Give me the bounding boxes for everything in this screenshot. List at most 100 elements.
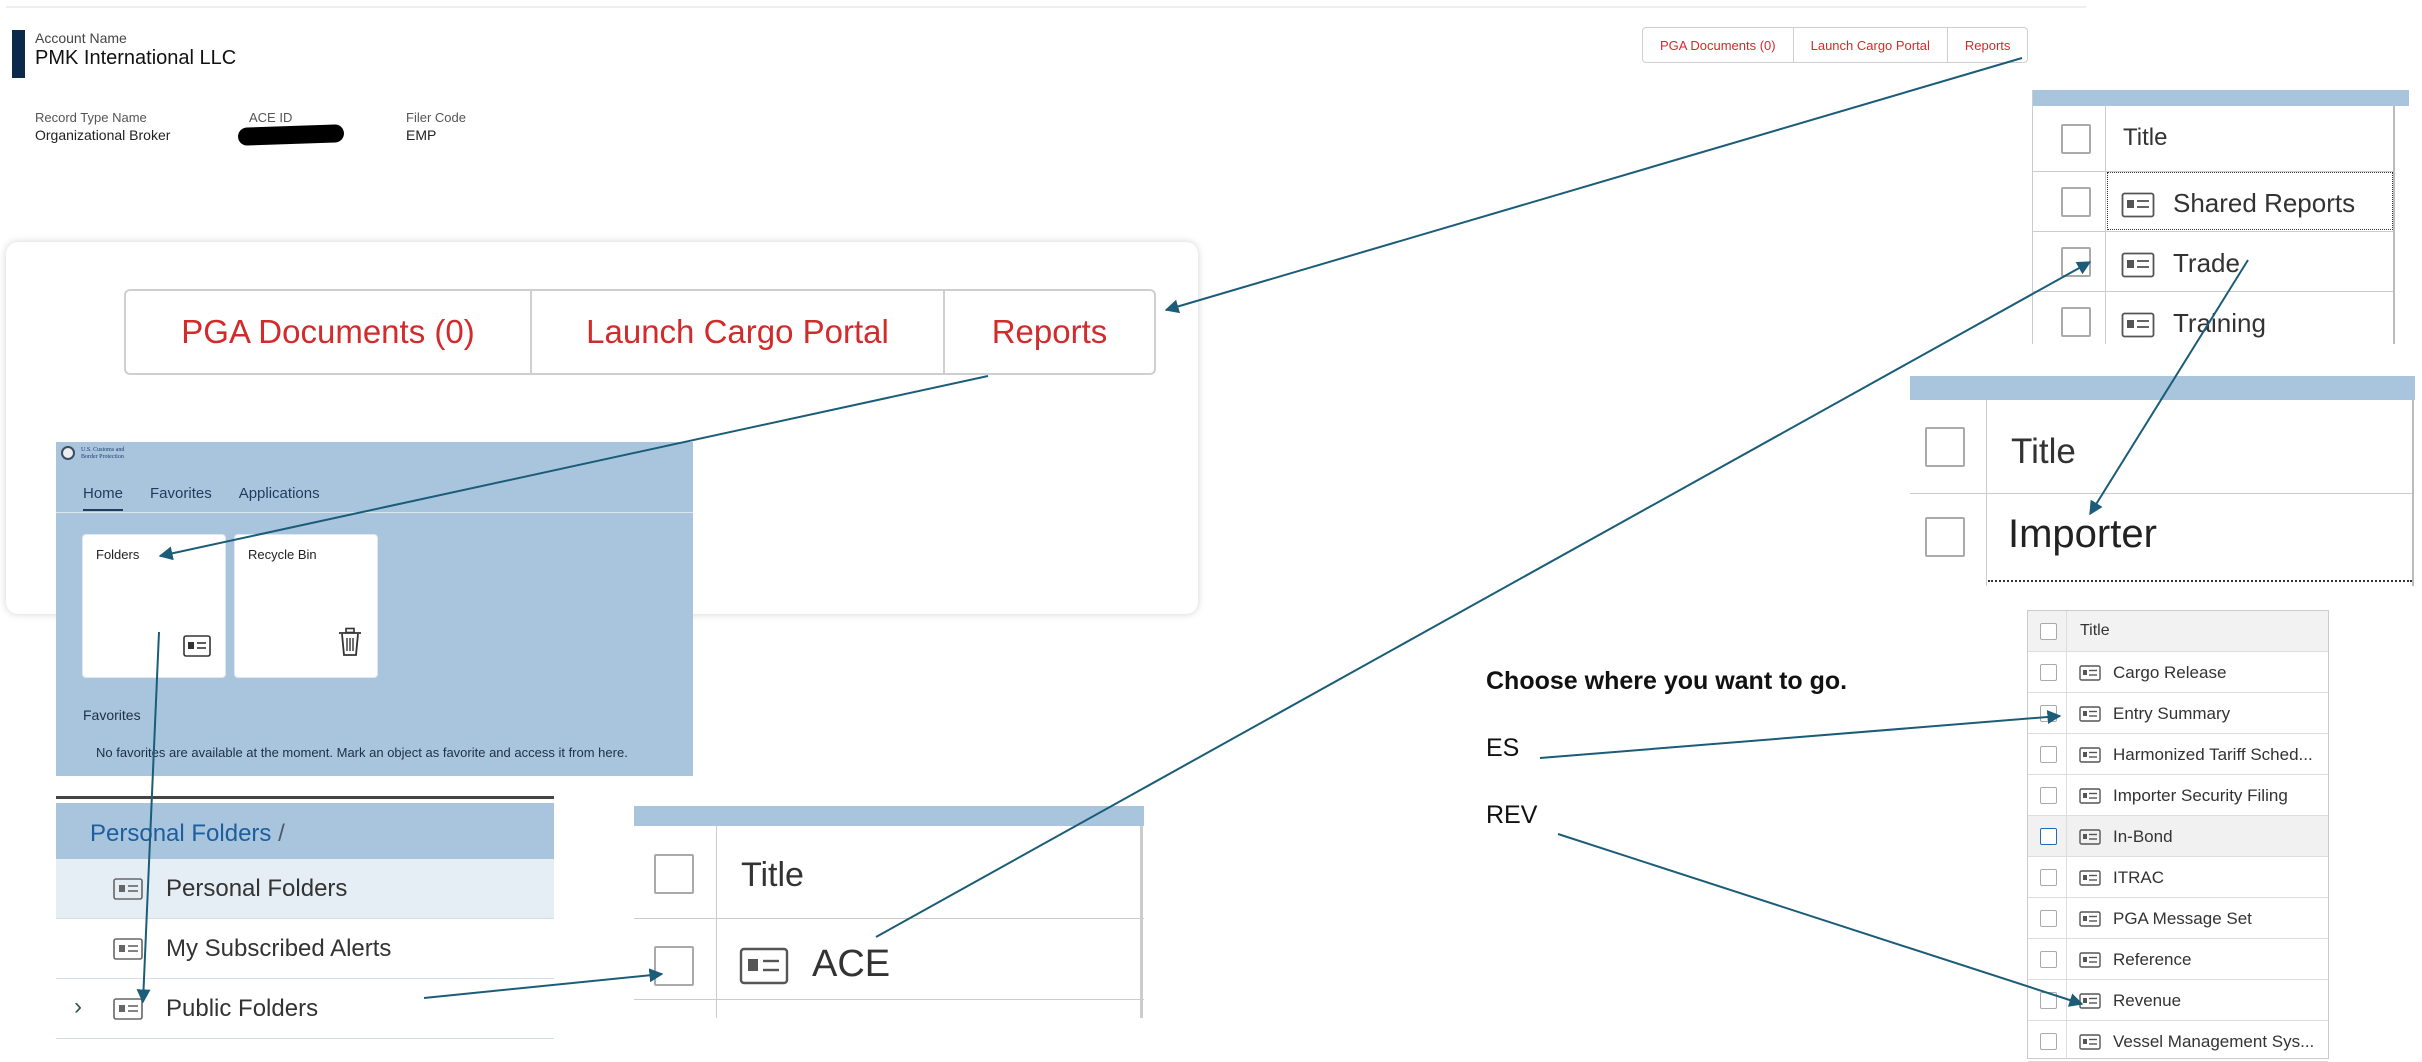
pga-documents-button[interactable]: PGA Documents (0) bbox=[1643, 28, 1794, 62]
folders-tile[interactable]: Folders bbox=[82, 534, 226, 678]
record-type-label: Record Type Name bbox=[35, 110, 147, 125]
row-checkbox[interactable] bbox=[2040, 705, 2057, 722]
row-checkbox[interactable] bbox=[2040, 869, 2057, 886]
folder-row-subscribed-alerts[interactable]: My Subscribed Alerts bbox=[56, 919, 554, 979]
select-all-checkbox[interactable] bbox=[654, 854, 694, 894]
filer-code-value: EMP bbox=[406, 127, 437, 143]
table-right-border bbox=[2393, 106, 2395, 344]
table-row[interactable]: Importer Security Filing bbox=[2028, 775, 2328, 816]
table-row[interactable]: Vessel Management Sys... bbox=[2028, 1021, 2328, 1062]
column-header-title: Title bbox=[2011, 432, 2076, 471]
table-row[interactable]: Reference bbox=[2028, 939, 2328, 980]
folder-card-icon bbox=[2079, 665, 2101, 681]
row-checkbox[interactable] bbox=[2040, 664, 2057, 681]
row-checkbox[interactable] bbox=[654, 946, 694, 986]
folder-card-icon bbox=[2079, 952, 2101, 968]
folder-label: Trade bbox=[2173, 248, 2240, 278]
row-checkbox[interactable] bbox=[2040, 746, 2057, 763]
navigation-heading: Choose where you want to go. bbox=[1486, 667, 1848, 695]
tab-divider bbox=[56, 512, 693, 513]
table-row[interactable]: Cargo Release bbox=[2028, 652, 2328, 693]
tab-favorites[interactable]: Favorites bbox=[150, 485, 212, 511]
account-name: PMK International LLC bbox=[35, 47, 237, 69]
row-focus-outline bbox=[2107, 172, 2393, 230]
row-checkbox[interactable] bbox=[2061, 247, 2091, 277]
report-folder-label: Reference bbox=[2113, 950, 2192, 969]
row-checkbox[interactable] bbox=[2040, 992, 2057, 1009]
row-checkbox[interactable] bbox=[2061, 187, 2091, 217]
folder-card-icon bbox=[2121, 252, 2155, 278]
cbp-portal-home: U.S. Customs and Border Protection Home … bbox=[56, 442, 693, 776]
tab-applications[interactable]: Applications bbox=[239, 485, 320, 511]
tab-home[interactable]: Home bbox=[83, 485, 124, 511]
folder-card-icon bbox=[739, 947, 789, 985]
folder-card-icon bbox=[2079, 747, 2101, 763]
launch-cargo-portal-button-zoomed[interactable]: Launch Cargo Portal bbox=[532, 291, 945, 373]
folder-card-icon bbox=[2121, 312, 2155, 338]
folder-label: Personal Folders bbox=[166, 875, 348, 902]
arrow-rev-to-revenue bbox=[1557, 833, 2084, 1007]
table-header-row: Title bbox=[2028, 611, 2328, 652]
launch-cargo-portal-button[interactable]: Launch Cargo Portal bbox=[1794, 28, 1948, 62]
navigation-es-label: ES bbox=[1486, 734, 1520, 762]
folder-label-ace[interactable]: ACE bbox=[812, 943, 890, 986]
select-all-checkbox[interactable] bbox=[2040, 623, 2057, 640]
report-folder-label: In-Bond bbox=[2113, 827, 2173, 846]
column-header-title: Title bbox=[2123, 124, 2168, 151]
ace-folder-table: Title ACE bbox=[634, 806, 1144, 1018]
report-folder-label: Importer Security Filing bbox=[2113, 786, 2288, 805]
select-all-checkbox[interactable] bbox=[2061, 124, 2091, 154]
report-folder-label: PGA Message Set bbox=[2113, 909, 2252, 928]
row-checkbox[interactable] bbox=[2061, 307, 2091, 337]
row-checkbox[interactable] bbox=[2040, 787, 2057, 804]
column-divider bbox=[716, 826, 717, 1018]
personal-folders-panel: Personal Folders / Personal Folders My S… bbox=[56, 796, 554, 1049]
table-top-bar bbox=[1910, 376, 2415, 400]
folder-card-icon bbox=[183, 635, 211, 657]
column-header-title: Title bbox=[2080, 622, 2110, 639]
table-row[interactable]: In-Bond bbox=[2028, 816, 2328, 857]
folder-card-icon bbox=[113, 938, 143, 960]
folders-tile-label: Folders bbox=[96, 547, 140, 562]
folder-card-icon bbox=[2079, 1034, 2101, 1050]
column-header-title: Title bbox=[741, 856, 804, 894]
row-checkbox[interactable] bbox=[2040, 1033, 2057, 1050]
table-top-bar bbox=[634, 806, 1144, 826]
select-all-checkbox[interactable] bbox=[1925, 427, 1965, 467]
column-divider bbox=[2066, 611, 2067, 1058]
table-row[interactable]: ITRAC bbox=[2028, 857, 2328, 898]
folder-row-personal-folders[interactable]: Personal Folders bbox=[56, 859, 554, 919]
recycle-bin-tile[interactable]: Recycle Bin bbox=[234, 534, 378, 678]
folder-card-icon bbox=[2079, 829, 2101, 845]
table-row[interactable]: PGA Message Set bbox=[2028, 898, 2328, 939]
table-row-training[interactable]: Training bbox=[2033, 292, 2393, 344]
trash-icon bbox=[339, 627, 361, 656]
table-row-trade[interactable]: Trade bbox=[2033, 232, 2393, 292]
folder-row-public-folders[interactable]: › Public Folders bbox=[56, 979, 554, 1039]
arrow-es-to-entry-summary bbox=[1539, 710, 2062, 759]
folder-label: Public Folders bbox=[166, 995, 319, 1022]
row-checkbox[interactable] bbox=[2040, 951, 2057, 968]
row-checkbox[interactable] bbox=[1925, 517, 1965, 557]
chevron-right-icon[interactable]: › bbox=[74, 993, 82, 1021]
reports-button[interactable]: Reports bbox=[1948, 28, 2028, 62]
report-folder-label: Entry Summary bbox=[2113, 704, 2231, 723]
table-row[interactable]: Entry Summary bbox=[2028, 693, 2328, 734]
shared-reports-table: Title Shared Reports Trade Training bbox=[2032, 90, 2409, 344]
cbp-logo-text: U.S. Customs and Border Protection bbox=[81, 447, 125, 460]
favorites-empty-message: No favorites are available at the moment… bbox=[96, 745, 628, 760]
folder-label: Training bbox=[2173, 308, 2266, 338]
row-checkbox[interactable] bbox=[2040, 828, 2057, 845]
report-folder-label: Revenue bbox=[2113, 991, 2182, 1010]
table-row[interactable]: Harmonized Tariff Sched... bbox=[2028, 734, 2328, 775]
folder-label: My Subscribed Alerts bbox=[166, 935, 392, 962]
account-action-buttons: PGA Documents (0) Launch Cargo Portal Re… bbox=[1642, 27, 2029, 63]
account-name-label: Account Name bbox=[35, 30, 127, 46]
row-checkbox[interactable] bbox=[2040, 910, 2057, 927]
importer-table: Title Importer bbox=[1910, 376, 2415, 586]
reports-button-zoomed[interactable]: Reports bbox=[945, 291, 1154, 373]
folder-card-icon bbox=[2079, 993, 2101, 1009]
table-row[interactable]: Revenue bbox=[2028, 980, 2328, 1021]
pga-documents-button-zoomed[interactable]: PGA Documents (0) bbox=[126, 291, 532, 373]
breadcrumb-personal-folders[interactable]: Personal Folders bbox=[90, 820, 271, 847]
